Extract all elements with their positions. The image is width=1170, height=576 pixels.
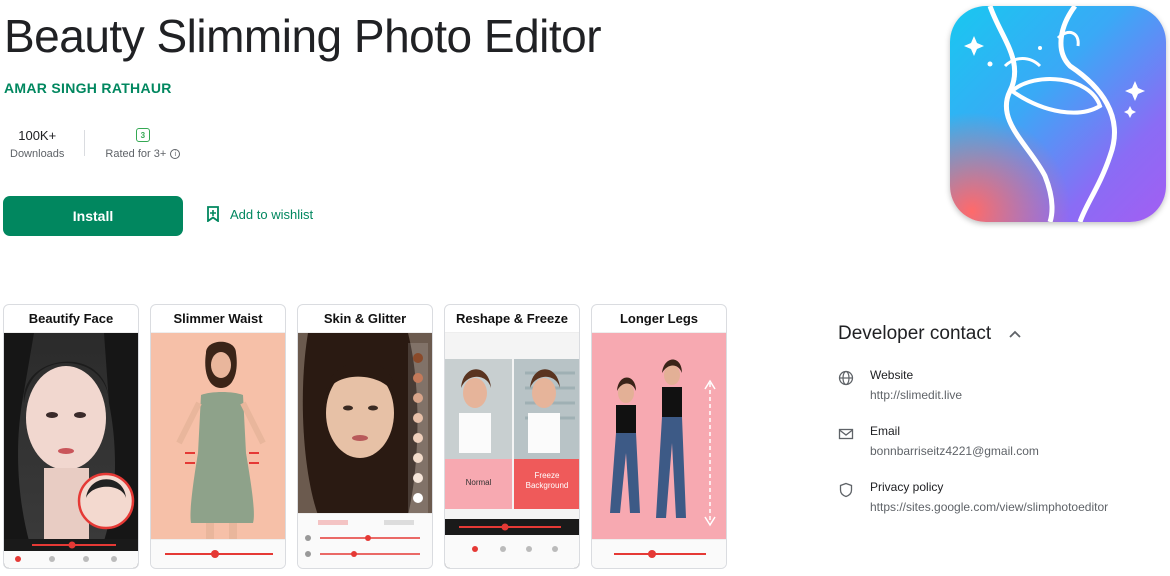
developer-contact-toggle[interactable]: Developer contact — [838, 322, 1158, 346]
rating-stat[interactable]: 3 Rated for 3+ i — [99, 126, 186, 160]
screenshot-image — [151, 333, 285, 541]
stats-row: 100K+ Downloads 3 Rated for 3+ i — [4, 126, 186, 160]
editor-toolbar — [151, 539, 285, 568]
website-label: Website — [870, 368, 914, 382]
install-button[interactable]: Install — [3, 196, 183, 236]
rating-badge-icon: 3 — [135, 128, 150, 142]
screenshot-5[interactable]: Longer Legs — [591, 304, 727, 569]
freeze-background-caption: Freeze Background — [525, 471, 569, 490]
stat-divider — [84, 130, 86, 156]
screenshot-image: Normal Freeze Background — [445, 333, 579, 521]
screenshot-title: Skin & Glitter — [298, 305, 432, 333]
downloads-label: Downloads — [10, 148, 65, 160]
downloads-stat: 100K+ Downloads — [4, 126, 70, 161]
body-silhouette-icon — [964, 6, 1145, 222]
email-label: Email — [870, 424, 901, 438]
screenshot-image — [592, 333, 726, 541]
globe-icon — [838, 370, 854, 386]
info-icon[interactable]: i — [170, 149, 181, 159]
developer-contact-heading: Developer contact — [838, 323, 992, 344]
privacy-link[interactable]: https://sites.google.com/view/slimphotoe… — [870, 500, 1108, 514]
screenshots-carousel[interactable]: Beautify Face Slimmer Waist Skin & Glitt… — [3, 304, 727, 569]
screenshot-title: Slimmer Waist — [151, 305, 285, 333]
screenshot-title: Longer Legs — [592, 305, 726, 333]
website-row[interactable]: Website http://slimedit.live — [838, 368, 1158, 402]
shield-icon — [839, 482, 853, 498]
screenshot-3[interactable]: Skin & Glitter — [297, 304, 433, 569]
editor-controls — [298, 513, 432, 568]
add-to-wishlist-button[interactable]: Add to wishlist — [206, 206, 313, 222]
screenshot-title: Reshape & Freeze — [445, 305, 579, 333]
screenshot-image — [4, 333, 138, 541]
screenshot-title: Beautify Face — [4, 305, 138, 333]
developer-contact-section: Developer contact Website http://slimedi… — [838, 322, 1158, 514]
rating-label: Rated for 3+ — [105, 148, 167, 160]
screenshot-image — [298, 333, 432, 515]
downloads-value: 100K+ — [18, 127, 57, 143]
email-row[interactable]: Email bonnbarriseitz4221@gmail.com — [838, 424, 1158, 458]
screenshot-4[interactable]: Reshape & Freeze Normal Freeze Backgroun… — [444, 304, 580, 569]
wishlist-label: Add to wishlist — [230, 206, 314, 222]
normal-caption: Normal — [465, 478, 492, 487]
website-link[interactable]: http://slimedit.live — [870, 388, 962, 402]
editor-toolbar — [592, 539, 726, 568]
email-link[interactable]: bonnbarriseitz4221@gmail.com — [870, 444, 1039, 458]
chevron-up-icon[interactable] — [1009, 330, 1021, 338]
bookmark-plus-icon — [207, 206, 219, 222]
mail-icon — [838, 428, 854, 440]
privacy-label: Privacy policy — [870, 480, 944, 494]
screenshot-2[interactable]: Slimmer Waist — [150, 304, 286, 569]
app-icon — [950, 6, 1166, 222]
developer-link[interactable]: AMAR SINGH RATHAUR — [4, 80, 172, 96]
app-title: Beauty Slimming Photo Editor — [4, 10, 602, 62]
screenshot-1[interactable]: Beautify Face — [3, 304, 139, 569]
editor-toolbar — [445, 519, 579, 568]
privacy-row[interactable]: Privacy policy https://sites.google.com/… — [838, 480, 1158, 514]
editor-toolbar — [4, 539, 138, 568]
